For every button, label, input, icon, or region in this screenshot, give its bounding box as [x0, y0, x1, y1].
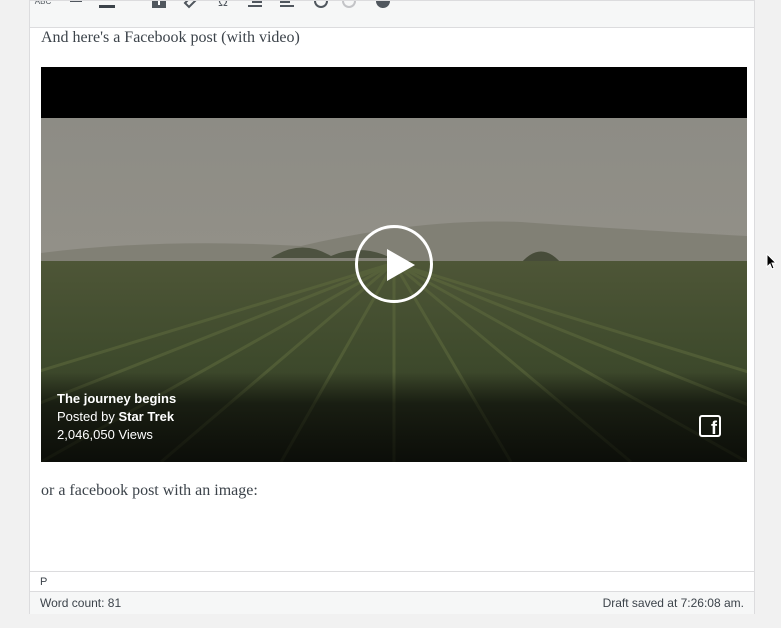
- editor-frame: ABC Ω And here's a Facebook post (with v…: [29, 0, 755, 614]
- horizontal-line-icon[interactable]: [67, 1, 85, 9]
- video-author-link[interactable]: Star Trek: [118, 409, 174, 424]
- indent-icon[interactable]: [278, 1, 296, 9]
- special-character-label: Ω: [218, 1, 228, 9]
- clear-formatting-icon[interactable]: [182, 1, 200, 9]
- play-icon: [387, 249, 415, 281]
- outro-paragraph: or a facebook post with an image:: [41, 482, 258, 499]
- video-meta: The journey begins Posted by Star Trek 2…: [57, 390, 176, 444]
- paste-text-icon[interactable]: [150, 1, 168, 9]
- intro-paragraph: And here's a Facebook post (with video): [41, 29, 300, 46]
- undo-icon[interactable]: [311, 1, 329, 9]
- special-character-icon[interactable]: Ω: [214, 1, 232, 9]
- draft-status: Draft saved at 7:26:08 am.: [602, 596, 744, 610]
- posted-by-label: Posted by: [57, 409, 115, 424]
- spellcheck-icon[interactable]: ABC: [34, 1, 52, 9]
- element-path[interactable]: P: [40, 576, 47, 588]
- video-views: 2,046,050 Views: [57, 427, 153, 442]
- outdent-icon[interactable]: [246, 1, 264, 9]
- help-icon[interactable]: [374, 1, 392, 9]
- element-path-bar: P: [30, 571, 754, 592]
- mouse-pointer-icon: [766, 253, 778, 270]
- text-color-dropdown-icon[interactable]: [122, 1, 132, 9]
- facebook-video-embed[interactable]: The journey begins Posted by Star Trek 2…: [41, 67, 747, 462]
- facebook-glyph: f: [711, 418, 717, 438]
- text-color-icon[interactable]: [98, 1, 116, 9]
- editor-toolbar: ABC Ω: [30, 1, 754, 28]
- spellcheck-label: ABC: [34, 1, 52, 6]
- word-count: Word count: 81: [40, 596, 122, 610]
- redo-icon[interactable]: [341, 1, 359, 9]
- video-title: The journey begins: [57, 391, 177, 406]
- editor-footer: Word count: 81 Draft saved at 7:26:08 am…: [30, 591, 754, 614]
- facebook-icon[interactable]: f: [699, 415, 721, 437]
- play-button[interactable]: [355, 225, 433, 303]
